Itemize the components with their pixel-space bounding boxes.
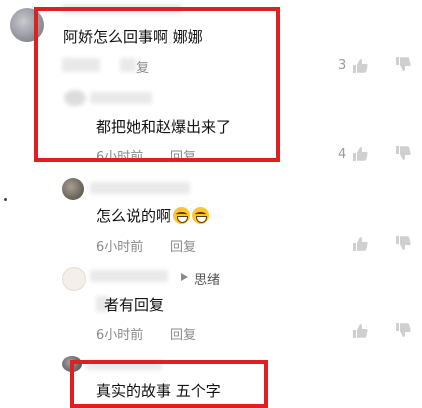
bullet-dot [4, 198, 7, 201]
thumb-down-icon[interactable] [395, 235, 411, 251]
thumb-up-icon[interactable] [352, 58, 368, 74]
thumb-up-icon[interactable] [352, 236, 368, 252]
triangle-right-icon [181, 273, 188, 281]
comment-text-body: 怎么说的啊 [96, 207, 172, 225]
thumb-down-icon[interactable] [395, 56, 411, 72]
reply-link[interactable]: 回复 [170, 324, 196, 343]
highlight-box [70, 360, 268, 408]
thumb-up-icon[interactable] [352, 323, 368, 339]
timestamp: 6小时前 [96, 328, 144, 343]
thumb-up-icon[interactable] [352, 146, 368, 162]
avatar[interactable] [62, 178, 84, 200]
reply-link[interactable]: 回复 [170, 236, 196, 255]
username-blurred [90, 182, 190, 194]
thread-target-name[interactable]: 思绪 [194, 269, 220, 288]
username-blurred [90, 270, 168, 282]
laugh-emoji-icon [173, 207, 191, 224]
timestamp: 6小时前 [96, 240, 144, 255]
comment-text: 者有回复 [104, 296, 165, 314]
laugh-emoji-icon [192, 207, 210, 224]
like-count: 3 [338, 58, 347, 73]
avatar[interactable] [62, 267, 86, 291]
thumb-down-icon[interactable] [395, 145, 411, 161]
highlight-box [34, 7, 280, 162]
comment-text: 怎么说的啊 [96, 205, 210, 226]
like-count: 4 [338, 147, 347, 162]
thumb-down-icon[interactable] [395, 322, 411, 338]
